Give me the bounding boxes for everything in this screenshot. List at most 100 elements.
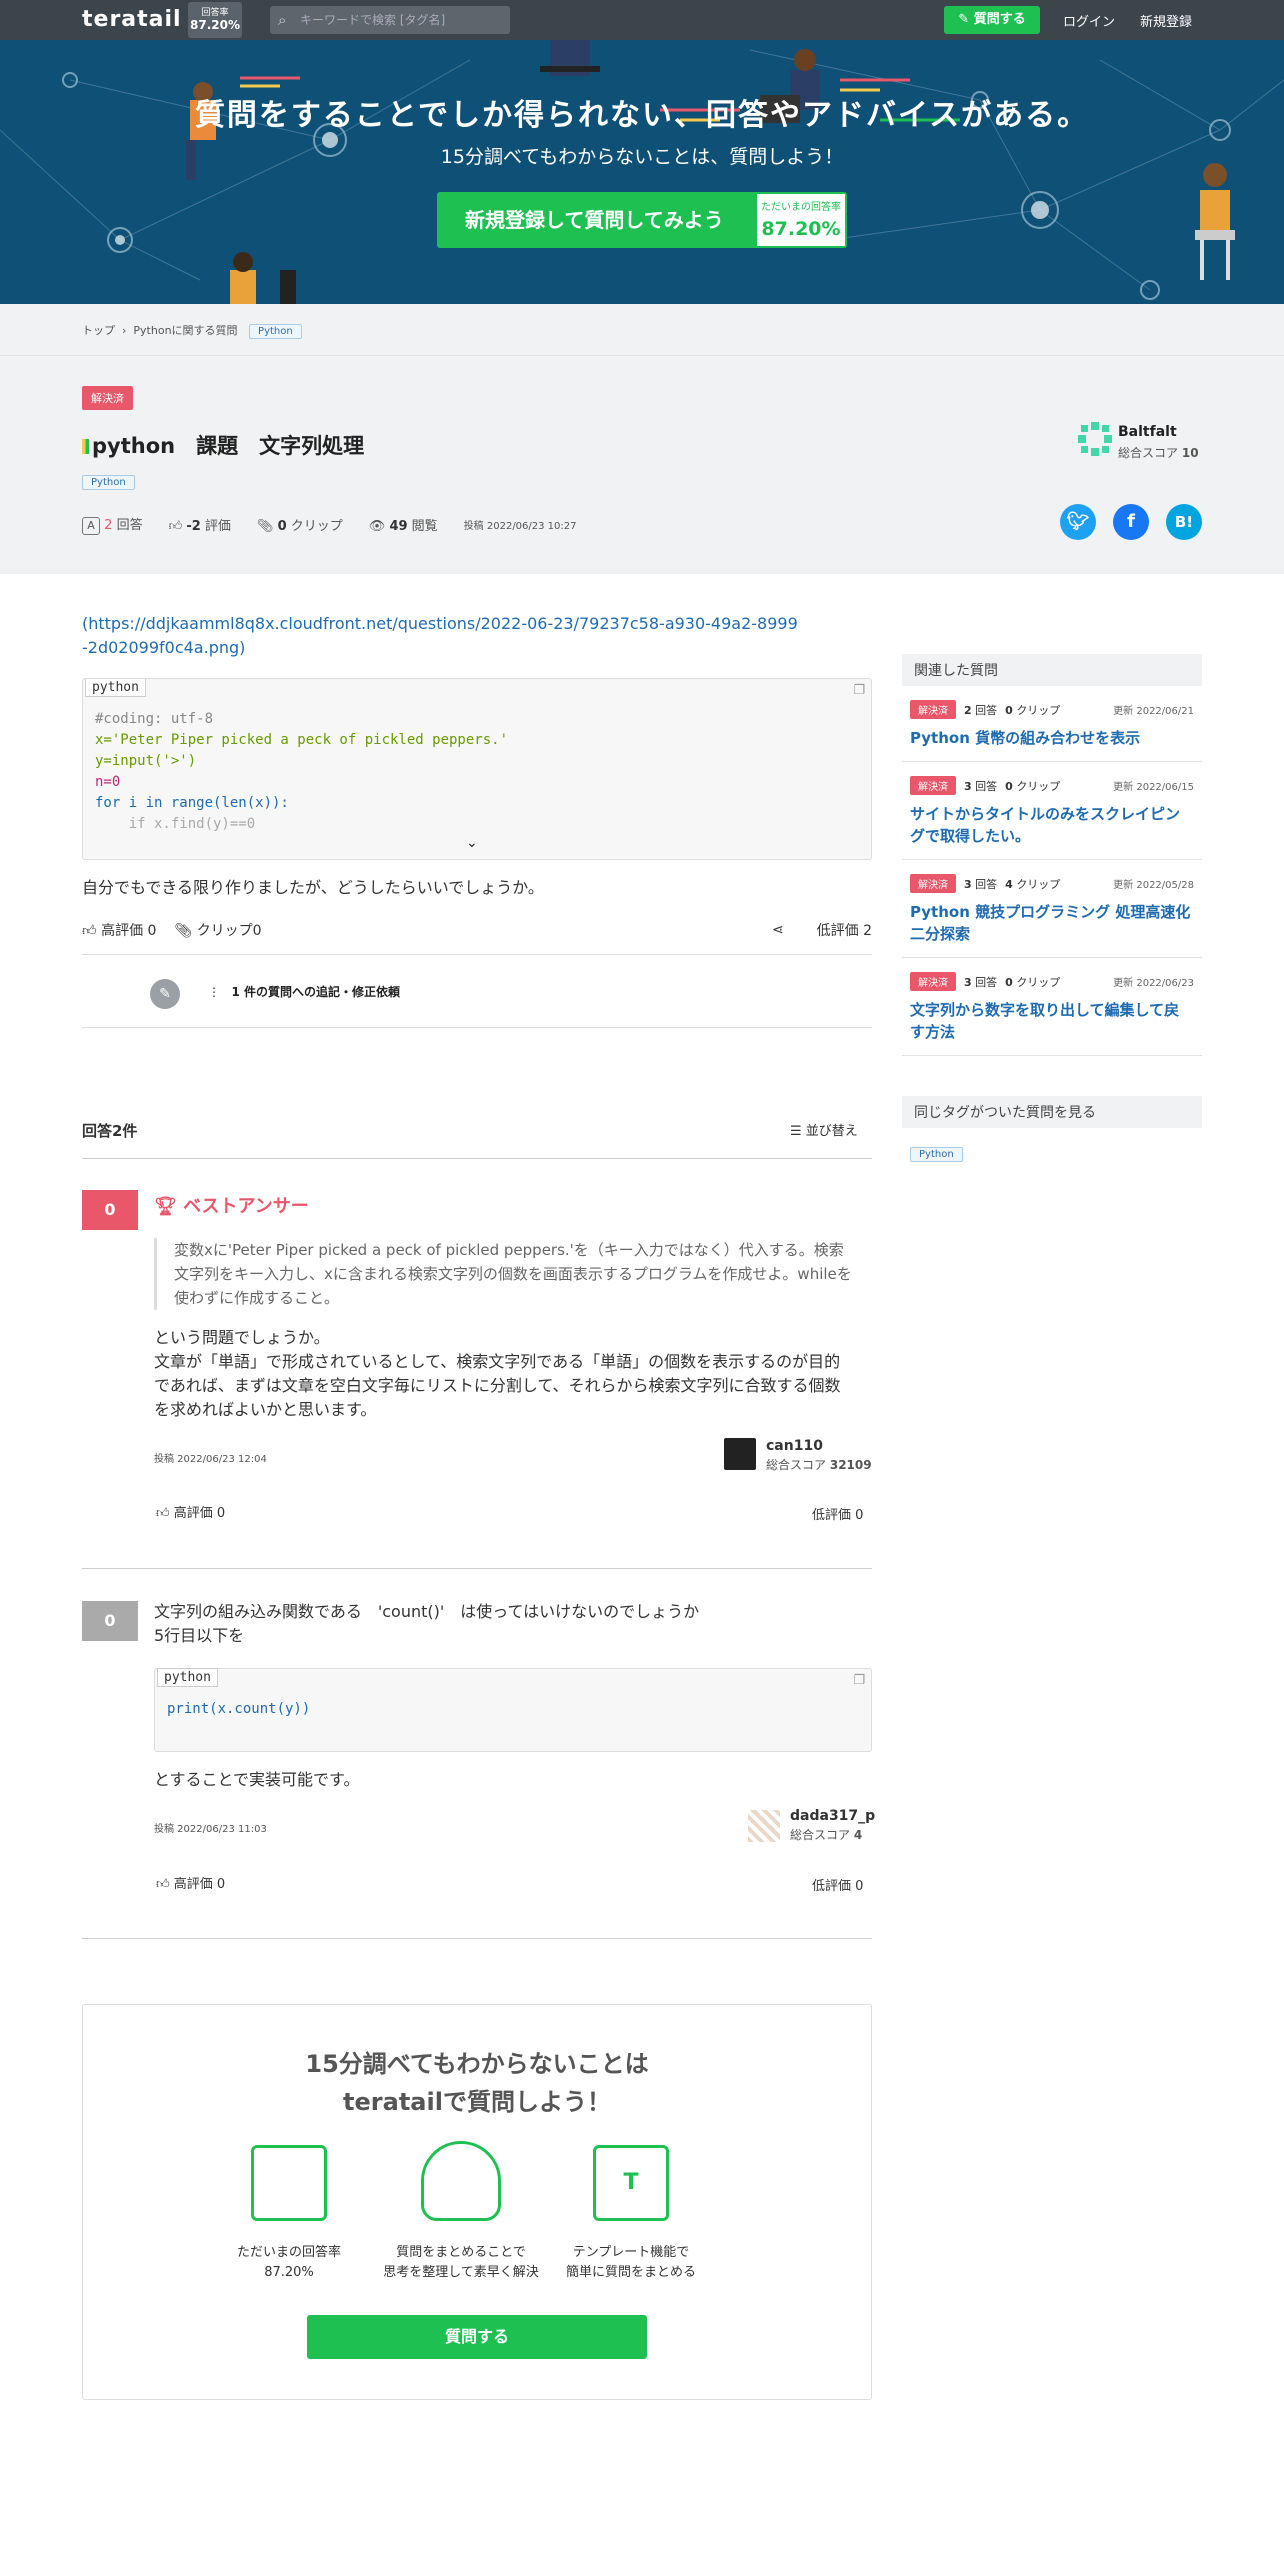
answer-rate-value: 87.20% <box>190 18 240 32</box>
image-link-text[interactable]: (https://ddjkaamml8q8x.cloudfront.net/qu… <box>82 614 798 657</box>
question-stats: A 2 回答 👍︎ -2 評価 📎︎ 0 クリップ 👁︎ 49 閲覧 投稿 20… <box>82 514 577 535</box>
twitter-share-icon[interactable]: 🐦︎ <box>1060 504 1096 540</box>
cta-rate-badge: ただいまの回答率 87.20% <box>757 194 845 246</box>
related-title[interactable]: サイトからタイトルのみをスクレイピングで取得したい。 <box>910 803 1194 847</box>
thumbs-up-icon: 👍︎ <box>156 1877 170 1892</box>
share-icon[interactable]: ⋖ <box>772 922 784 938</box>
avatar[interactable] <box>748 1810 780 1842</box>
hatena-bookmark-icon[interactable]: B! <box>1166 504 1202 540</box>
answers-stat: A 2 回答 <box>82 514 143 535</box>
related-title[interactable]: Python 競技プログラミング 処理高速化 二分探索 <box>910 901 1194 945</box>
copy-icon[interactable]: ❐ <box>853 1673 865 1688</box>
status-badge: 解決済 <box>82 386 133 410</box>
sidebar: 関連した質問 解決済 2 回答 0 クリップ 更新 2022/06/21 Python… <box>902 654 1202 1162</box>
answer-quote: 変数xに'Peter Piper picked a peck of pickle… <box>154 1238 854 1310</box>
question-tag[interactable]: Python <box>82 475 135 490</box>
answer-rate-badge: 回答率 87.20% <box>188 2 242 38</box>
answer-score: 0 <box>82 1190 138 1230</box>
breadcrumb-bar: トップ › Pythonに関する質問 Python <box>0 304 1284 356</box>
facebook-share-icon[interactable]: f <box>1113 504 1149 540</box>
answer-posted-date: 投稿 2022/06/23 12:04 <box>154 1454 267 1465</box>
breadcrumb-tag[interactable]: Python <box>249 324 302 339</box>
ask-button-label: 質問する <box>973 12 1026 27</box>
upvote-button[interactable]: 👍︎ 高評価 0 <box>156 1502 225 1521</box>
upvote-button[interactable]: 👍︎ 高評価 0 <box>156 1873 225 1892</box>
answer-posted-date: 投稿 2022/06/23 11:03 <box>154 1824 267 1835</box>
network-illustration <box>0 40 1284 304</box>
breadcrumb-category[interactable]: Pythonに関する質問 <box>133 324 237 337</box>
related-item[interactable]: 解決済 3 回答 0 クリップ 更新 2022/06/15 サイトからタイトルのみをス… <box>902 762 1202 860</box>
logo[interactable]: teratail <box>82 7 182 32</box>
asker-profile[interactable]: Baltfalt 総合スコア 10 <box>1078 422 1199 460</box>
downvote-button[interactable]: 低評価 0 <box>812 1504 863 1523</box>
expand-chevron-icon[interactable]: ⌄ <box>466 835 478 851</box>
score-stat: 👍︎ -2 評価 <box>168 519 231 534</box>
paperclip-icon: 📎︎ <box>256 519 274 534</box>
answer-score: 0 <box>82 1601 138 1641</box>
thumbs-up-icon: 👍︎ <box>82 923 97 939</box>
avatar[interactable] <box>724 1438 756 1470</box>
asker-name[interactable]: Baltfalt <box>1118 424 1177 440</box>
sort-icon: ☰ <box>790 1124 802 1139</box>
question-title: python 課題 文字列処理 <box>82 430 364 460</box>
divider <box>82 1938 872 1939</box>
paperclip-icon: 📎︎ <box>174 923 193 939</box>
asker-score: 総合スコア 10 <box>1118 446 1199 460</box>
image-link[interactable]: (https://ddjkaamml8q8x.cloudfront.net/qu… <box>82 612 802 660</box>
login-link[interactable]: ログイン <box>1063 11 1115 30</box>
top-nav: teratail 回答率 87.20% ⌕ キーワードで検索 [タグ名] ✎ 質… <box>0 0 1284 40</box>
edit-request-row[interactable]: ✎ ⋮ 1 件の質問への追記・修正依頼 <box>82 954 872 1028</box>
trophy-icon: 🏆︎ <box>154 1196 177 1217</box>
thumbs-up-icon: 👍︎ <box>168 519 183 534</box>
sort-button[interactable]: ☰ 並び替え <box>790 1120 858 1139</box>
best-answer-label: 🏆︎ ベストアンサー <box>154 1196 309 1217</box>
related-title[interactable]: 文字列から数字を取り出して編集して戻す方法 <box>910 999 1194 1043</box>
footer-ask-button[interactable]: 質問する <box>307 2315 647 2359</box>
question-header: 解決済 python 課題 文字列処理 Python A 2 回答 👍︎ -2 … <box>0 356 1284 574</box>
hero-subtitle: 15分調べてもわからないことは、質問しよう！ <box>440 146 844 168</box>
cta-rate-label: ただいまの回答率 <box>761 202 841 213</box>
feature-template: テンプレート機能で 簡単に質問をまとめる <box>565 2245 696 2280</box>
same-tag-header: 同じタグがついた質問を見る <box>902 1096 1202 1128</box>
answer-rate-label: 回答率 <box>201 8 229 18</box>
breadcrumb: トップ › Pythonに関する質問 Python <box>82 322 302 339</box>
related-item[interactable]: 解決済 2 回答 0 クリップ 更新 2022/06/21 Python 貨幣の組み合… <box>902 686 1202 762</box>
answer-text: という問題でしょうか。 文章が「単語」で形成されているとして、検索文字列である「… <box>154 1328 841 1419</box>
answerer-name[interactable]: dada317_p <box>790 1808 875 1824</box>
related-header: 関連した質問 <box>902 654 1202 686</box>
posted-date: 投稿 2022/06/23 10:27 <box>463 521 577 532</box>
signup-cta-button[interactable]: 新規登録して質問してみよう ただいまの回答率 87.20% <box>437 192 847 248</box>
upvote-button[interactable]: 👍︎ 高評価 0 <box>82 920 156 940</box>
question-text: 自分でもできる限り作りましたが、どうしたらいいでしょうか。 <box>82 878 544 897</box>
downvote-button[interactable]: 低評価 2 <box>817 920 872 940</box>
related-title[interactable]: Python 貨幣の組み合わせを表示 <box>910 727 1194 749</box>
question-code-block: python ❐ #coding: utf-8 x='Peter Piper p… <box>82 678 872 860</box>
clips-stat: 📎︎ 0 クリップ <box>256 519 343 534</box>
clip-button[interactable]: 📎︎ クリップ0 <box>174 920 261 940</box>
answer-code-block: python ❐ print(x.count(y)) <box>154 1668 872 1752</box>
brain-icon <box>421 2141 501 2221</box>
feature-rate: ただいまの回答率 87.20% <box>236 2245 341 2280</box>
signup-link[interactable]: 新規登録 <box>1140 11 1192 30</box>
search-icon: ⌕ <box>278 11 287 29</box>
breadcrumb-top[interactable]: トップ <box>82 324 115 337</box>
related-item[interactable]: 解決済 3 回答 0 クリップ 更新 2022/06/23 文字列から数字を取り出して… <box>902 958 1202 1056</box>
same-tag[interactable]: Python <box>910 1147 963 1162</box>
answerer-name[interactable]: can110 <box>766 1438 823 1454</box>
template-icon: T <box>593 2145 669 2221</box>
feature-organize: 質問をまとめることで 思考を整理して素早く解決 <box>383 2245 539 2280</box>
downvote-button[interactable]: 低評価 0 <box>812 1875 863 1894</box>
code-content: print(x.count(y)) <box>167 1701 311 1717</box>
copy-icon[interactable]: ❐ <box>853 683 865 698</box>
search-input[interactable]: ⌕ キーワードで検索 [タグ名] <box>270 6 510 34</box>
answerer-score: 総合スコア 4 <box>790 1828 863 1842</box>
team-icon <box>251 2145 327 2221</box>
hero-banner: 質問をすることでしか得られない、回答やアドバイスがある。 15分調べてもわからな… <box>0 40 1284 304</box>
signup-cta-label: 新規登録して質問してみよう <box>465 208 724 232</box>
code-lang-label: python <box>157 1668 218 1687</box>
thumbs-up-icon: 👍︎ <box>156 1506 170 1521</box>
answerer-score: 総合スコア 32109 <box>766 1458 872 1472</box>
ask-button[interactable]: ✎ 質問する <box>944 6 1040 34</box>
related-item[interactable]: 解決済 3 回答 4 クリップ 更新 2022/05/28 Python 競技プログラ… <box>902 860 1202 958</box>
question-actions: 👍︎ 高評価 0 📎︎ クリップ0 ⋖ 低評価 2 <box>82 916 872 944</box>
